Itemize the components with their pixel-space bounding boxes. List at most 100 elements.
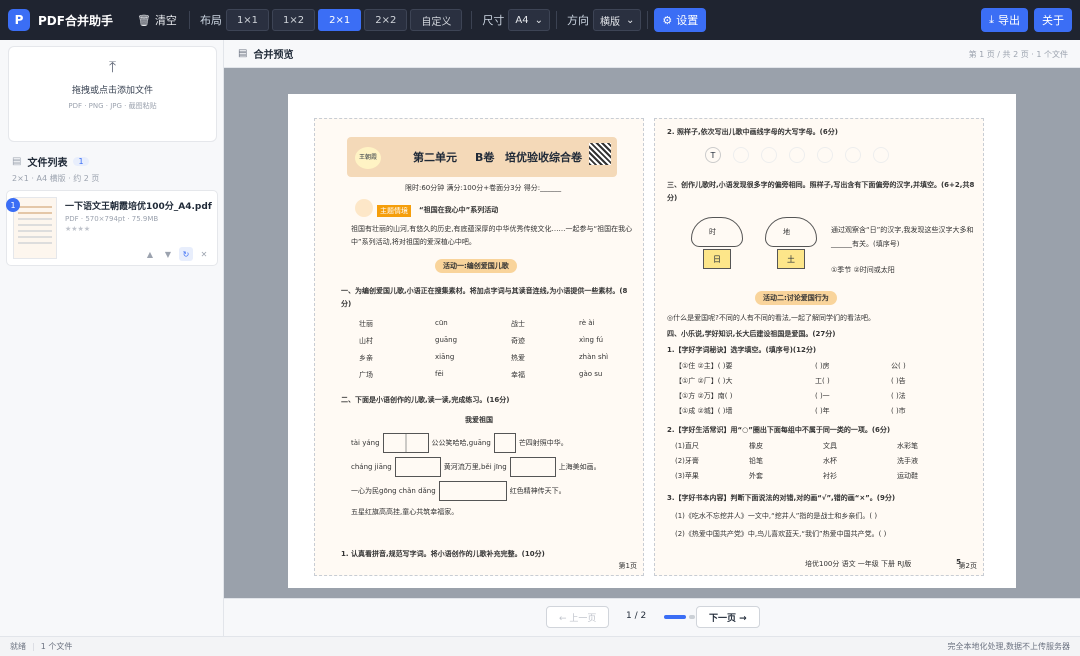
layout-2x1-button[interactable]: 2×1 xyxy=(318,9,362,31)
thumb-line xyxy=(18,206,52,208)
export-button[interactable]: ⤓ 导出 xyxy=(981,8,1028,32)
preview-header: ▤ 合并预览 第 1 页 / 共 2 页 · 1 个文件 xyxy=(224,40,1080,68)
table-cell: ( )年 xyxy=(815,407,830,415)
flower-char: 时 xyxy=(709,228,716,236)
word: 山村 xyxy=(359,337,373,345)
page-right: 2. 照样子,依次写出儿歌中画线字母的大写字母。(6分) T 三、创作儿歌时,小… xyxy=(654,118,984,576)
file-drop-zone[interactable]: ⤒ 拖拽或点击添加文件 PDF · PNG · JPG · 截图粘贴 xyxy=(8,46,217,142)
file-icon: ▤ xyxy=(12,156,22,167)
orientation-label: 方向 xyxy=(566,14,589,27)
table-cell: 工( ) xyxy=(815,377,830,385)
move-up-icon[interactable]: ▲ xyxy=(143,247,157,261)
size-select[interactable]: A4 ⌄ xyxy=(508,9,550,31)
close-icon[interactable]: ✕ xyxy=(197,247,211,261)
table-cell: 文具 xyxy=(823,442,837,450)
about-button[interactable]: 关于 xyxy=(1034,8,1072,32)
pinyin: rè ài xyxy=(579,319,595,327)
letter-circles: T xyxy=(705,147,889,163)
poem-text: 一心为民gōng chǎn dǎng xyxy=(351,487,436,495)
sidebar: ⤒ 拖拽或点击添加文件 PDF · PNG · JPG · 截图粘贴 ▤ 文件列… xyxy=(0,40,224,636)
question-one: 一、为编创爱国儿歌,小语正在搜集素材。将加点字词与其读音连线,为小语提供一些素材… xyxy=(341,287,628,308)
page-number-left: 第1页 xyxy=(618,562,637,570)
table-cell: (2)牙膏 xyxy=(675,457,699,465)
poem-body: tài yáng 公公笑哈哈,guāng 芒四射照中华。 cháng jiāng… xyxy=(351,431,641,521)
status-privacy: 完全本地化处理,数据不上传服务器 xyxy=(947,642,1070,651)
clear-button[interactable]: 🗑 清空 xyxy=(131,8,183,32)
table-row: (2)牙膏 铅笔 水杯 洗手液 xyxy=(675,456,975,471)
radical-note: 通过观察含“日”的汉字,我发现这些汉字大多和______有关。(填序号) xyxy=(831,226,974,248)
table-cell: 公( ) xyxy=(891,362,906,370)
avatar xyxy=(355,199,373,217)
pinyin: fēi xyxy=(435,370,444,378)
doc-icon: ▤ xyxy=(238,48,248,59)
page-number-right: 第2页 xyxy=(958,562,977,570)
question-r4: 四、小乐说,学好知识,长大后建设祖国是爱国。(27分) xyxy=(667,330,836,338)
table-cell: 运动鞋 xyxy=(897,472,918,480)
orientation-select[interactable]: 横版 ⌄ xyxy=(592,9,642,31)
word: 热爱 xyxy=(511,354,525,362)
table-cell: ( )房 xyxy=(815,362,830,370)
layout-custom-button[interactable]: 自定义 xyxy=(410,9,463,31)
pagination-bar: ← 上一页 1 / 2 下一页 → xyxy=(224,598,1080,636)
unit-title: 第二单元 xyxy=(413,151,457,164)
question-r4-2: 2.【字好生活常识】用“○”圈出下面每组中不属于同一类的一项。(6分) xyxy=(667,426,891,434)
move-down-icon[interactable]: ▼ xyxy=(161,247,175,261)
table-cell: ( )市 xyxy=(891,407,906,415)
writing-box xyxy=(438,481,507,501)
table-cell: 水彩笔 xyxy=(897,442,918,450)
table-cell: 【①方 ②万】南( ) xyxy=(675,392,733,400)
file-meta: PDF · 570×794pt · 75.9MB xyxy=(65,215,159,223)
flower-pot-one: 时 日 xyxy=(685,215,749,271)
char-choice-table: 【①住 ②主】( )要 ( )房 公( ) 【①广 ②厂】( )大 工( ) (… xyxy=(675,361,975,421)
pinyin: gào su xyxy=(579,370,603,378)
table-cell: 衬衫 xyxy=(823,472,837,480)
writing-box xyxy=(493,433,516,453)
question-r4-1: 1.【字好字词秘诀】选字填空。(填序号)(12分) xyxy=(667,346,817,354)
table-row: 【①广 ②厂】( )大 工( ) ( )告 xyxy=(675,376,975,391)
merged-page: 王朝霞 第二单元 B卷 培优验收综合卷 限时:60分钟 满分:100分+卷面分3… xyxy=(288,94,1016,588)
theme-tag: 主题情境 xyxy=(377,205,411,217)
table-cell: 洗手液 xyxy=(897,457,918,465)
flower-petals xyxy=(765,217,817,247)
discussion-prompt: ◎什么是爱国呢?不同的人有不同的看法,一起了解同学们的看法吧。 xyxy=(667,314,876,322)
layout-1x1-button[interactable]: 1×1 xyxy=(225,9,270,31)
file-card[interactable]: 一下语文王朝霞培优100分_A4.pdf PDF · 570×794pt · 7… xyxy=(6,190,218,266)
thumb-line xyxy=(18,224,52,226)
page-indicator: 1 / 2 xyxy=(626,611,647,621)
question-r3: 三、创作儿歌时,小语发现很多字的偏旁相同。照样子,写出含有下面偏旁的汉字,并填空… xyxy=(667,181,975,202)
pot-radical: 日 xyxy=(703,249,731,269)
page-dot-active[interactable] xyxy=(664,615,686,619)
writing-box xyxy=(394,457,441,477)
exam-meta: 限时:60分钟 满分:100分+卷面分3分 得分:______ xyxy=(405,184,562,192)
layout-2x2-button[interactable]: 2×2 xyxy=(364,9,408,31)
prev-page-button[interactable]: ← 上一页 xyxy=(546,606,610,628)
next-page-button[interactable]: 下一页 → xyxy=(696,606,760,628)
flower-char: 地 xyxy=(783,228,790,236)
poem-line: cháng jiāng 黄河流万里,běi jīng 上海美如画。 xyxy=(351,455,641,479)
rotate-icon[interactable]: ↻ xyxy=(179,247,193,261)
settings-button[interactable]: ⚙ 设置 xyxy=(654,8,707,32)
word: 幸福 xyxy=(511,371,525,379)
word: 战士 xyxy=(511,320,525,328)
page-dot[interactable] xyxy=(689,615,695,619)
writing-box xyxy=(382,433,429,453)
table-cell: ( )法 xyxy=(891,392,906,400)
drop-title: 拖拽或点击添加文件 xyxy=(71,86,153,96)
table-row: 【①住 ②主】( )要 ( )房 公( ) xyxy=(675,361,975,376)
poem-text: 红色精神传天下。 xyxy=(509,487,566,495)
table-cell: 【①住 ②主】( )要 xyxy=(675,362,733,370)
file-list-subtitle: 2×1 · A4 横版 · 约 2 页 xyxy=(12,174,100,183)
file-rating: ★★★★ xyxy=(65,225,91,233)
divider xyxy=(471,11,473,29)
book-footer: 培优100分 语文 一年级 下册 RJ版 xyxy=(805,560,912,568)
flower-pot-two: 地 土 xyxy=(759,215,823,271)
flower-petals xyxy=(691,217,743,247)
size-label: 尺寸 xyxy=(482,14,505,27)
gear-icon: ⚙ xyxy=(662,13,673,27)
poem-line: tài yáng 公公笑哈哈,guāng 芒四射照中华。 xyxy=(351,431,641,455)
match-words-2: 战士 奇迹 热爱 幸福 xyxy=(511,319,525,387)
pinyin: xiāng xyxy=(435,353,455,361)
preview-canvas: 王朝霞 第二单元 B卷 培优验收综合卷 限时:60分钟 满分:100分+卷面分3… xyxy=(224,68,1080,598)
match-pinyin-2: rè ài xìng fú zhàn shì gào su xyxy=(579,319,608,387)
layout-1x2-button[interactable]: 1×2 xyxy=(272,9,316,31)
